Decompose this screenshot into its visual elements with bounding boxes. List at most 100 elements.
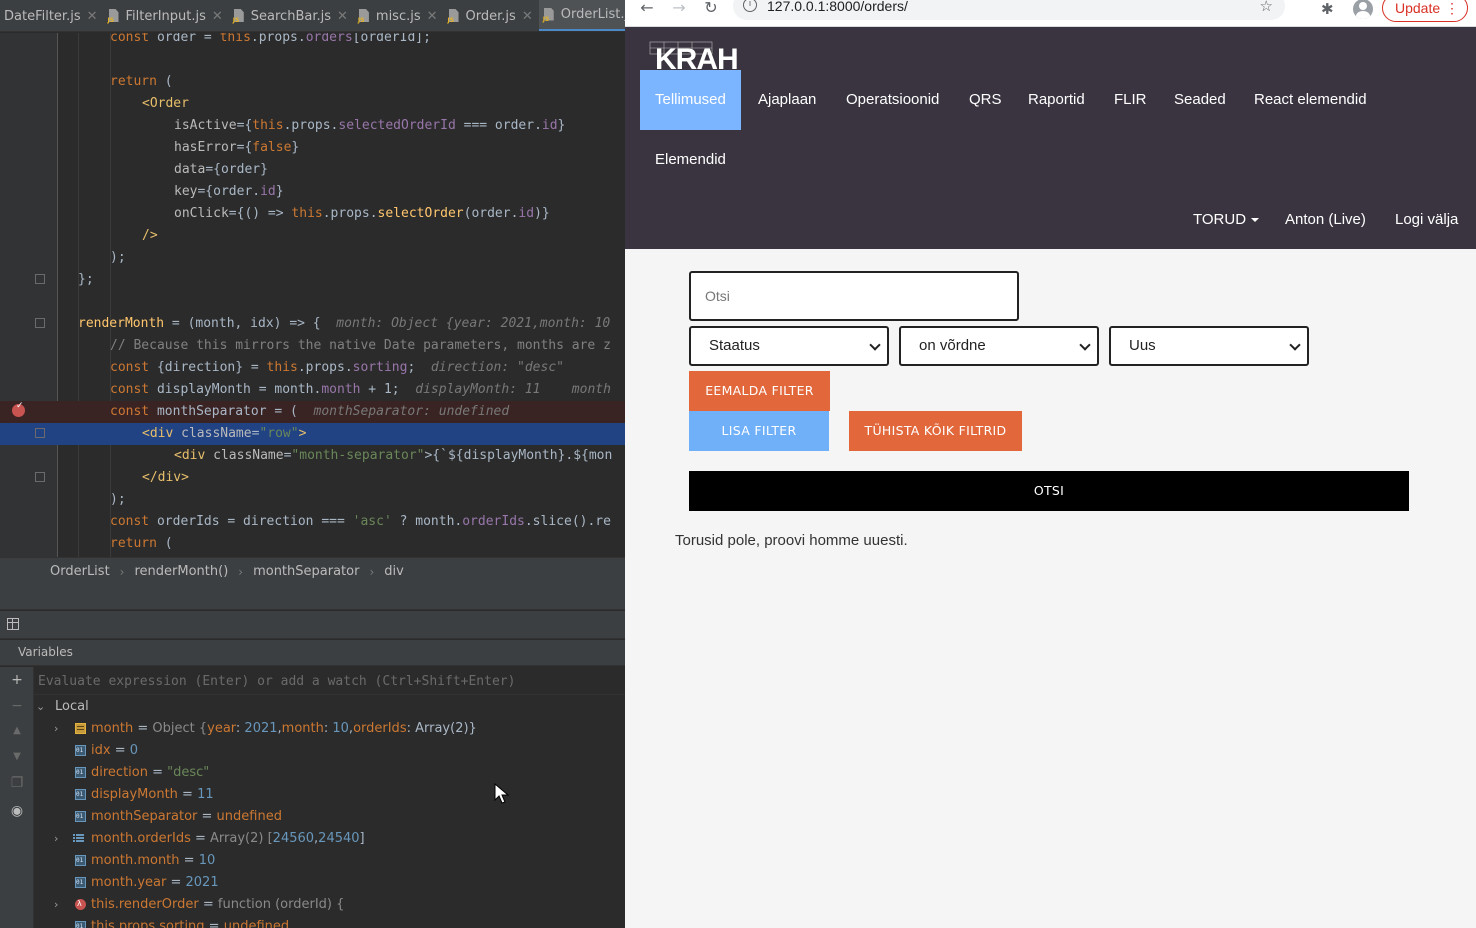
code-line: hasError={false} <box>174 140 300 155</box>
tab-label: OrderList.js <box>560 7 625 22</box>
fold-icon[interactable] <box>35 318 45 328</box>
code-line: const order = this.props.orders[orderId]… <box>110 33 431 45</box>
profile-avatar-icon[interactable] <box>1353 0 1373 19</box>
code-line: onClick={() => this.props.selectOrder(or… <box>174 206 550 221</box>
js-file-icon <box>358 9 372 24</box>
close-icon[interactable]: ✕ <box>337 9 348 24</box>
code-line: data={order} <box>174 162 268 177</box>
variables-title: Variables <box>18 645 73 659</box>
code-line: return ( <box>110 536 173 551</box>
update-label: Update <box>1395 0 1441 16</box>
code-line-breakpoint: const monthSeparator = ( monthSeparator:… <box>0 401 625 423</box>
variables-side-toolbar: + − ▲ ▼ ❐ ◉ <box>0 667 34 928</box>
ide-window: DateFilter.js ✕ FilterInput.js ✕ SearchBar… <box>0 0 625 928</box>
nav-elemendid[interactable]: Elemendid <box>640 130 741 190</box>
reload-icon[interactable]: ↻ <box>701 0 721 20</box>
minus-icon[interactable]: − <box>9 698 25 714</box>
js-file-icon <box>233 9 247 24</box>
back-arrow-icon[interactable]: ← <box>637 0 657 20</box>
nav-seaded[interactable]: Seaded <box>1159 70 1241 130</box>
variables-panel: Variables + − ▲ ▼ ❐ ◉ ⌄Local ›month = Ob… <box>0 640 625 928</box>
code-line: key={order.id} <box>174 184 284 199</box>
breadcrumb-item[interactable]: monthSeparator <box>253 564 359 579</box>
code-line: return ( <box>110 74 173 89</box>
close-icon[interactable]: ✕ <box>522 9 533 24</box>
breakpoint-icon[interactable] <box>12 401 25 417</box>
tab-label: SearchBar.js <box>250 8 331 24</box>
chevron-right-icon[interactable]: › <box>54 894 58 916</box>
fold-icon[interactable] <box>35 428 45 438</box>
nav-raportid[interactable]: Raportid <box>1013 70 1100 130</box>
tab-misc[interactable]: misc.js ✕ <box>354 0 444 31</box>
tab-order[interactable]: Order.js ✕ <box>444 0 539 31</box>
code-line: // Because this mirrors the native Date … <box>110 338 611 353</box>
update-button[interactable]: Update ⋮ <box>1382 0 1468 22</box>
variables-header: Variables <box>0 640 625 666</box>
search-submit-button[interactable]: Otsi <box>689 471 1409 511</box>
tab-label: DateFilter.js <box>4 8 81 24</box>
krah-logo[interactable]: KRAH <box>646 40 746 76</box>
primitive-icon <box>75 872 86 894</box>
primitive-icon <box>75 916 86 928</box>
tab-datefilter[interactable]: DateFilter.js ✕ <box>0 0 104 31</box>
fold-icon[interactable] <box>35 472 45 482</box>
chevron-right-icon[interactable]: › <box>54 718 58 740</box>
arrow-down-icon[interactable]: ▼ <box>9 749 25 765</box>
close-icon[interactable]: ✕ <box>212 9 223 24</box>
breadcrumb: OrderList › renderMonth() › monthSeparator… <box>0 557 625 585</box>
chevron-down-icon[interactable]: ⌄ <box>36 696 45 718</box>
close-icon[interactable]: ✕ <box>427 9 438 24</box>
eye-icon[interactable]: ◉ <box>9 803 25 819</box>
primitive-icon <box>75 850 86 872</box>
code-line: const orderIds = direction === 'asc' ? m… <box>110 514 611 529</box>
clear-filters-button[interactable]: Tühista kõik filtrid <box>849 411 1022 451</box>
nav-flir[interactable]: FLIR <box>1099 70 1162 130</box>
chevron-right-icon: › <box>119 564 125 579</box>
breadcrumb-item[interactable]: div <box>384 564 404 579</box>
filter-value-select[interactable]: Uus <box>1109 326 1309 366</box>
primitive-icon <box>75 762 86 784</box>
tab-filterinput[interactable]: FilterInput.js ✕ <box>104 0 229 31</box>
code-line: }; <box>78 272 94 287</box>
tab-orderlist[interactable]: OrderList.js <box>538 0 625 31</box>
browser-window: ← → ↻ i 127.0.0.1:8000/orders/ ☆ ✱ Updat… <box>625 0 1476 928</box>
arrow-up-icon[interactable]: ▲ <box>9 723 25 739</box>
star-icon[interactable]: ☆ <box>1260 0 1273 15</box>
forward-arrow-icon[interactable]: → <box>669 0 689 20</box>
code-line: ); <box>110 250 126 265</box>
nav-react-elemendid[interactable]: React elemendid <box>1239 70 1382 130</box>
close-icon[interactable]: ✕ <box>87 9 98 24</box>
filter-operator-select[interactable]: on võrdne <box>899 326 1099 366</box>
nav-logout[interactable]: Logi välja <box>1380 190 1473 250</box>
nav-ajaplaan[interactable]: Ajaplaan <box>743 70 831 130</box>
nav-tellimused[interactable]: Tellimused <box>640 70 741 130</box>
filter-field-select[interactable]: Staatus <box>689 326 889 366</box>
breadcrumb-item[interactable]: OrderList <box>50 564 110 579</box>
address-bar[interactable]: i 127.0.0.1:8000/orders/ ☆ <box>733 0 1285 20</box>
evaluate-bar <box>34 667 625 695</box>
tab-searchbar[interactable]: SearchBar.js ✕ <box>229 0 354 31</box>
address-url[interactable]: 127.0.0.1:8000/orders/ <box>767 0 908 14</box>
breadcrumb-item[interactable]: renderMonth() <box>134 564 228 579</box>
add-filter-button[interactable]: Lisa filter <box>689 411 829 451</box>
plus-icon[interactable]: + <box>9 672 25 688</box>
code-editor[interactable]: const order = this.props.orders[orderId]… <box>0 33 625 557</box>
code-line-current: <div className="row"> <box>0 423 625 445</box>
fold-icon[interactable] <box>35 274 45 284</box>
remove-filter-button[interactable]: Eemalda filter <box>689 371 830 411</box>
kebab-menu-icon[interactable]: ⋮ <box>1445 0 1459 21</box>
search-input[interactable] <box>689 271 1019 321</box>
nav-user[interactable]: Anton (Live) <box>1270 190 1381 250</box>
nav-qrs[interactable]: QRS <box>954 70 1017 130</box>
info-icon[interactable]: i <box>743 0 757 12</box>
copy-icon[interactable]: ❐ <box>9 775 25 791</box>
nav-torud-dropdown[interactable]: TORUD <box>1178 190 1274 250</box>
chevron-right-icon[interactable]: › <box>54 828 58 850</box>
primitive-icon <box>75 806 86 828</box>
layout-grid-icon[interactable] <box>7 618 19 630</box>
evaluate-expression-input[interactable] <box>38 667 618 695</box>
nav-operatsioonid[interactable]: Operatsioonid <box>831 70 954 130</box>
caret-down-icon <box>1251 218 1260 223</box>
tab-label: FilterInput.js <box>125 8 206 24</box>
puzzle-extension-icon[interactable]: ✱ <box>1321 0 1334 18</box>
